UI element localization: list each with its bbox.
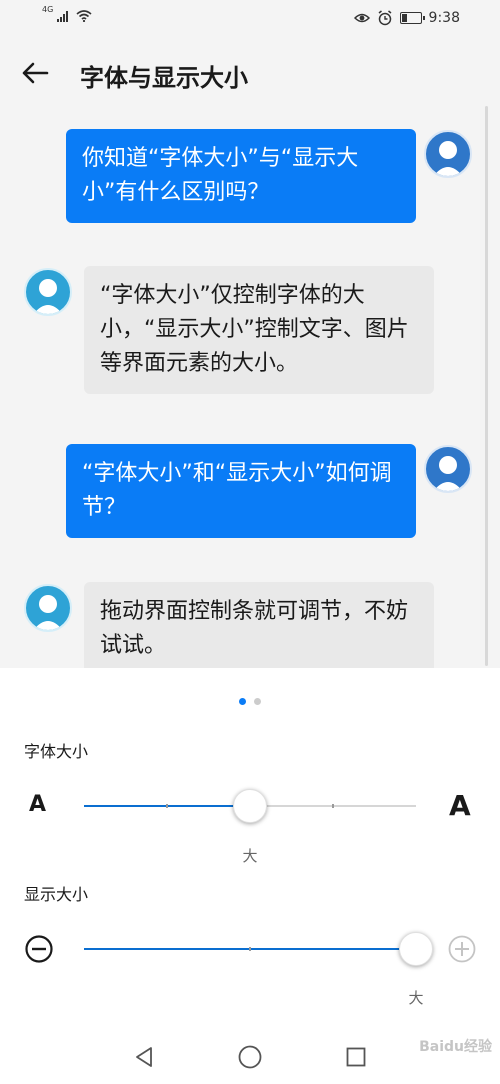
network-type: 4G bbox=[42, 5, 54, 14]
font-size-slider-thumb[interactable] bbox=[233, 789, 267, 823]
font-size-large-glyph: A bbox=[449, 789, 471, 822]
person-icon bbox=[433, 456, 463, 491]
user-avatar bbox=[424, 130, 472, 178]
assistant-avatar bbox=[24, 268, 72, 316]
status-bar: 4G 9:38 bbox=[0, 0, 500, 40]
zoom-out-icon bbox=[25, 935, 53, 963]
slider-tick bbox=[249, 947, 251, 951]
zoom-in-button[interactable] bbox=[447, 934, 477, 964]
person-icon bbox=[33, 279, 63, 314]
page-title: 字体与显示大小 bbox=[80, 64, 248, 92]
clock: 9:38 bbox=[428, 10, 460, 26]
font-size-label: 字体大小 bbox=[24, 742, 89, 761]
status-right: 9:38 bbox=[353, 10, 460, 26]
display-size-label: 显示大小 bbox=[24, 885, 89, 904]
page-dot[interactable] bbox=[254, 698, 261, 705]
chat-bubble-outgoing: “字体大小”和“显示大小”如何调节？ bbox=[66, 444, 416, 538]
message-text: 拖动界面控制条就可调节，不妨试试。 bbox=[100, 599, 409, 658]
back-button[interactable] bbox=[18, 56, 52, 90]
chat-bubble-incoming: 拖动界面控制条就可调节，不妨试试。 bbox=[84, 582, 434, 668]
person-icon bbox=[433, 141, 463, 176]
scroll-indicator bbox=[485, 106, 488, 666]
status-left: 4G bbox=[42, 5, 92, 22]
nav-home-button[interactable] bbox=[235, 1042, 265, 1072]
nav-back-button[interactable] bbox=[129, 1042, 159, 1072]
home-circle-icon bbox=[238, 1045, 262, 1069]
page-dot-active[interactable] bbox=[239, 698, 246, 705]
battery-icon bbox=[399, 12, 425, 24]
eye-comfort-icon bbox=[353, 13, 370, 23]
display-size-slider-thumb[interactable] bbox=[399, 932, 433, 966]
person-icon bbox=[33, 595, 63, 630]
user-avatar bbox=[424, 445, 472, 493]
slider-tick bbox=[332, 804, 334, 808]
message-text: 你知道“字体大小”与“显示大小”有什么区别吗？ bbox=[82, 146, 359, 205]
watermark: Baidu经验 bbox=[419, 1039, 492, 1055]
back-triangle-icon bbox=[136, 1047, 152, 1067]
assistant-avatar bbox=[24, 584, 72, 632]
zoom-out-button[interactable] bbox=[24, 934, 54, 964]
font-size-value: 大 bbox=[242, 847, 258, 865]
recents-square-icon bbox=[346, 1047, 366, 1067]
font-size-small-glyph: A bbox=[29, 792, 47, 817]
chat-bubble-outgoing: 你知道“字体大小”与“显示大小”有什么区别吗？ bbox=[66, 129, 416, 223]
page-indicator bbox=[0, 698, 500, 706]
nav-recents-button[interactable] bbox=[341, 1042, 371, 1072]
slider-tick bbox=[166, 804, 168, 808]
zoom-in-icon bbox=[448, 935, 476, 963]
display-size-value: 大 bbox=[408, 989, 424, 1007]
signal-icon bbox=[57, 10, 69, 22]
battery-fill bbox=[401, 14, 407, 22]
wifi-icon bbox=[76, 10, 92, 22]
message-text: “字体大小”和“显示大小”如何调节？ bbox=[82, 461, 392, 520]
preview-panel[interactable]: 你知道“字体大小”与“显示大小”有什么区别吗？ “字体大小”仅控制字体的大小，“… bbox=[0, 106, 500, 668]
message-text: “字体大小”仅控制字体的大小，“显示大小”控制文字、图片等界面元素的大小。 bbox=[100, 283, 409, 376]
arrow-left-icon bbox=[22, 62, 49, 84]
alarm-icon bbox=[378, 10, 392, 26]
app-header: 字体与显示大小 bbox=[0, 40, 500, 106]
chat-bubble-incoming: “字体大小”仅控制字体的大小，“显示大小”控制文字、图片等界面元素的大小。 bbox=[84, 266, 434, 394]
display-size-slider[interactable] bbox=[84, 947, 416, 951]
